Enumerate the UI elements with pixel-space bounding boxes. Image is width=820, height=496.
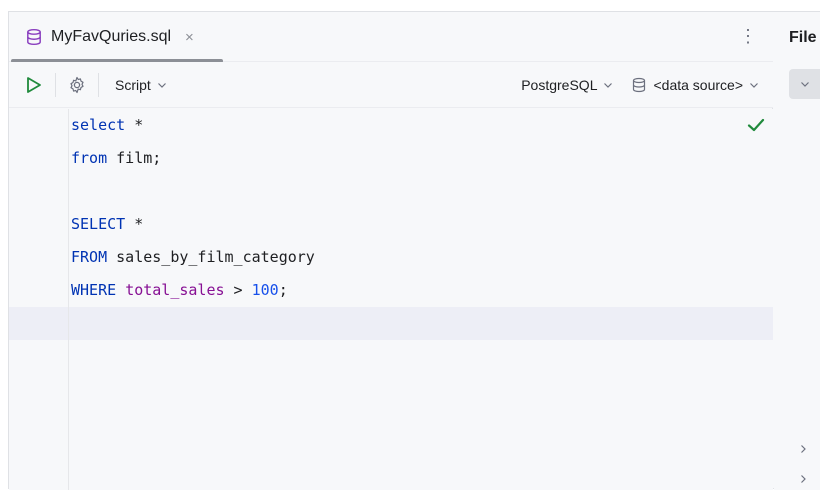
chevron-down-icon [604,83,613,88]
code-token: > [224,281,252,299]
run-button[interactable] [23,70,45,100]
editor-pane: MyFavQuries.sql × ⋮ Script PostgreSQL <d… [9,12,773,490]
toolbar-separator [55,72,56,97]
gear-icon [70,76,84,93]
line-gutter [9,109,69,490]
code-token: sales_by_film_category [107,248,315,266]
side-panel-title: File [789,29,817,46]
code-token: select [71,116,126,134]
code-line[interactable]: from film; [71,142,315,175]
chevron-down-icon [801,82,809,87]
code-content[interactable]: select * from film; SELECT * FROM sales_by… [71,109,315,340]
more-options-icon[interactable]: ⋮ [739,26,757,46]
code-token: WHERE [71,281,117,299]
chevron-right-icon[interactable] [798,474,808,484]
code-line[interactable]: FROM sales_by_film_category [71,241,315,274]
chevron-down-icon [750,83,758,88]
dialect-label: PostgreSQL [521,77,598,93]
code-token: film; [107,149,162,167]
code-token: 100 [251,281,279,299]
play-icon [27,76,41,93]
script-dropdown[interactable]: Script [115,77,167,93]
side-panel-dropdown[interactable] [789,69,820,99]
check-icon [747,118,765,132]
code-line[interactable]: SELECT * [71,208,315,241]
tab-bar: MyFavQuries.sql × ⋮ [9,12,773,63]
close-icon[interactable]: × [185,29,194,46]
code-token: SELECT [71,215,126,233]
code-token: * [125,116,144,134]
editor-toolbar: Script PostgreSQL <data source> [9,62,773,108]
code-token: ; [278,281,288,299]
code-token: FROM [71,248,108,266]
chevron-right-icon[interactable] [798,444,808,454]
chevron-down-icon [157,82,166,88]
code-token: total_sales [125,281,225,299]
data-source-dropdown[interactable]: <data source> [631,77,759,93]
code-token: * [125,215,144,233]
script-label: Script [115,76,151,93]
tab-title: MyFavQuries.sql [51,28,172,45]
ide-window: MyFavQuries.sql × ⋮ Script PostgreSQL <d… [8,11,820,490]
dialect-dropdown[interactable]: PostgreSQL [521,77,613,93]
toolbar-separator [98,72,99,97]
settings-button[interactable] [66,70,88,100]
code-line[interactable]: WHERE total_sales > 100; [71,274,315,307]
database-icon [27,28,41,46]
database-icon [633,77,646,93]
code-token: from [71,149,108,167]
files-side-panel: File [774,12,820,490]
tab-myfavquries[interactable]: MyFavQuries.sql × [9,12,223,62]
code-line[interactable] [71,175,315,208]
code-editor[interactable]: select * from film; SELECT * FROM sales_by… [9,109,773,490]
code-line[interactable]: select * [71,109,315,142]
data-source-label: <data source> [653,77,743,93]
code-line[interactable] [71,307,315,340]
